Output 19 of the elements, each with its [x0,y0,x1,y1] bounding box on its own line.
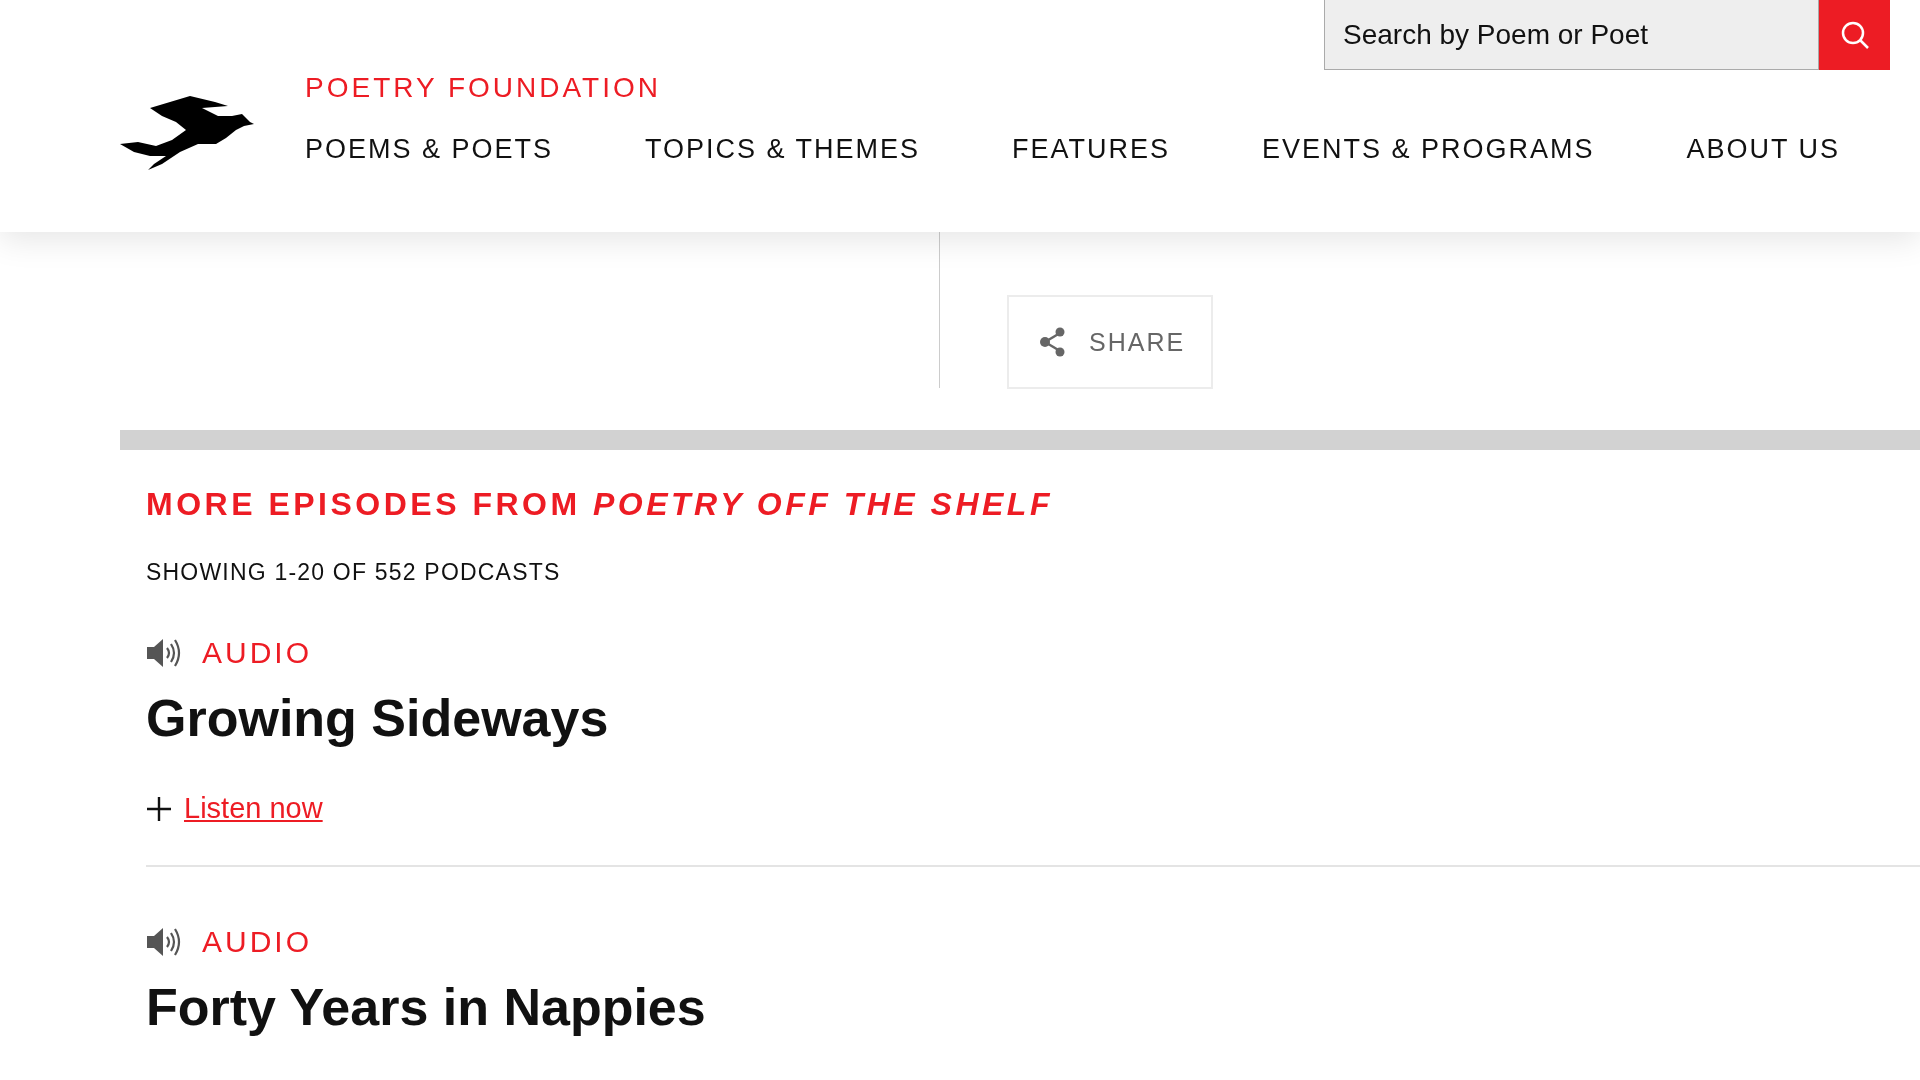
share-icon [1039,327,1067,357]
share-button[interactable]: SHARE [1007,295,1213,389]
results-count: SHOWING 1-20 OF 552 PODCASTS [146,559,562,586]
nav-link[interactable]: TOPICS & THEMES [645,134,921,165]
media-type-label: AUDIO [202,925,312,959]
search-field[interactable]: Search by Poem or Poet [1324,0,1819,70]
nav-link[interactable]: FEATURES [1012,134,1170,165]
nav-link[interactable]: POEMS & POETS [305,134,554,165]
episode-title[interactable]: Growing Sideways [146,688,1920,748]
plus-icon [146,795,172,822]
nav-link[interactable]: ABOUT US [1686,134,1840,165]
logo-icon[interactable] [120,94,255,172]
section-heading: MORE EPISODES FROM POETRY OFF THE SHELF [146,486,1054,523]
nav-link[interactable]: EVENTS & PROGRAMS [1261,134,1595,165]
episode-title[interactable]: Forty Years in Nappies [146,977,1920,1037]
brand-name[interactable]: POETRY FOUNDATION [305,72,1920,104]
listen-now-link[interactable]: Listen now [184,792,323,825]
media-type-label: AUDIO [202,636,312,670]
search-button[interactable] [1819,0,1890,70]
